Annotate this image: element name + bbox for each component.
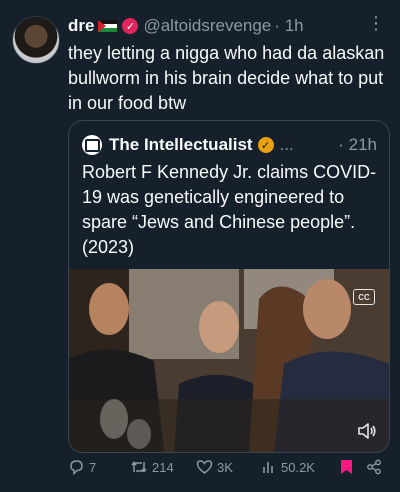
views-button[interactable]: 50.2K — [262, 460, 340, 475]
bookmark-button[interactable] — [340, 459, 366, 475]
volume-mute-icon[interactable] — [357, 422, 377, 440]
quoted-tweet-header: The Intellectualist ✓ ... · 21h — [82, 133, 377, 157]
author-name[interactable]: dre — [68, 16, 94, 36]
action-bar: 7 214 3K 50.2K — [68, 455, 390, 479]
retweet-button[interactable]: 214 — [130, 459, 196, 475]
verified-badge-icon: ✓ — [257, 137, 274, 153]
quoted-author-truncation: ... — [279, 135, 294, 154]
retweet-count: 214 — [152, 459, 174, 475]
share-button[interactable] — [366, 459, 386, 475]
palestine-flag-icon — [98, 19, 118, 33]
view-count: 50.2K — [281, 459, 315, 475]
tweet[interactable]: dre ✓ @altoidsrevenge · 1h ⋮ they lettin… — [0, 0, 400, 492]
like-button[interactable]: 3K — [196, 459, 262, 475]
reply-button[interactable]: 7 — [68, 459, 130, 475]
share-icon — [367, 459, 381, 475]
tweet-text: they letting a nigga who had da alaskan … — [68, 43, 385, 113]
quoted-author-name[interactable]: The Intellectualist — [109, 135, 253, 155]
quoted-tweet-text: Robert F Kennedy Jr. claims COVID-19 was… — [82, 162, 377, 257]
reply-count: 7 — [89, 459, 97, 475]
quoted-tweet-time[interactable]: · 21h — [338, 135, 377, 155]
quoted-avatar[interactable] — [82, 135, 102, 155]
tweet-header: dre ✓ @altoidsrevenge · 1h — [68, 14, 388, 38]
author-handle[interactable]: @altoidsrevenge — [143, 16, 271, 36]
reply-icon — [70, 460, 83, 475]
bookmark-icon — [341, 460, 352, 474]
tweet-time[interactable]: · 1h — [274, 16, 303, 36]
like-count: 3K — [217, 459, 233, 475]
quoted-tweet[interactable]: The Intellectualist ✓ ... · 21h Robert F… — [68, 120, 390, 453]
verified-badge-icon: ✓ — [122, 18, 139, 34]
video-thumbnail — [69, 269, 389, 452]
closed-captions-button[interactable]: CC — [353, 289, 375, 305]
heart-icon — [196, 460, 213, 474]
video-player[interactable]: CC — [69, 269, 389, 452]
avatar[interactable] — [12, 16, 60, 64]
more-options-icon[interactable]: ⋮ — [367, 13, 386, 34]
retweet-icon — [131, 461, 147, 473]
views-chart-icon — [263, 462, 273, 473]
